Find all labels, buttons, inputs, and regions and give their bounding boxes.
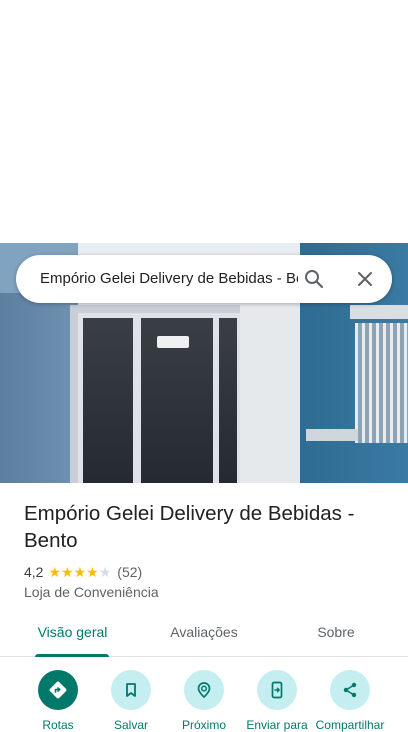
photo-ledge-top <box>350 305 408 319</box>
star-icon: ★ <box>48 564 62 580</box>
action-bar: Rotas Salvar Próximo Enviar para Compart… <box>0 670 408 732</box>
directions-label: Rotas <box>42 718 74 732</box>
share-button[interactable]: Compartilhar <box>313 670 387 732</box>
map-area[interactable] <box>0 0 408 243</box>
send-to-phone-button[interactable]: Enviar para <box>240 670 314 732</box>
tab-overview[interactable]: Visão geral <box>24 611 121 655</box>
photo-window-grille <box>355 323 408 443</box>
rating-row[interactable]: 4,2 ★ ★ ★ ★ ★ (52) <box>24 563 142 581</box>
photo-door-left <box>78 313 138 483</box>
review-count[interactable]: (52) <box>117 564 142 580</box>
share-icon <box>330 670 370 710</box>
rating-value: 4,2 <box>24 564 44 580</box>
tab-bar: Visão geral Avaliações Sobre <box>0 611 408 657</box>
save-label: Salvar <box>113 718 148 732</box>
photo-wall-middle <box>240 283 300 483</box>
photo-wall-left <box>0 293 78 483</box>
star-empty-icon: ★ <box>98 564 112 580</box>
nearby-button[interactable]: Próximo <box>167 670 241 732</box>
place-title: Empório Gelei Delivery de Bebidas - Bent… <box>24 502 355 552</box>
photo-door-right <box>214 313 242 483</box>
photo-ledge <box>306 429 358 441</box>
photo-sign <box>157 336 189 348</box>
close-icon[interactable] <box>353 267 377 291</box>
place-category: Loja de Conveniência <box>24 584 159 600</box>
share-label: Compartilhar <box>315 718 385 732</box>
bookmark-icon <box>111 670 151 710</box>
search-input[interactable]: Empório Gelei Delivery de Bebidas - Bent… <box>40 255 298 303</box>
search-icon[interactable] <box>302 267 326 291</box>
send-to-phone-label: Enviar para <box>246 718 308 732</box>
directions-button[interactable]: Rotas <box>21 670 95 732</box>
search-bar[interactable]: Empório Gelei Delivery de Bebidas - Bent… <box>16 255 392 303</box>
save-button[interactable]: Salvar <box>94 670 168 732</box>
send-to-phone-icon <box>257 670 297 710</box>
tab-active-indicator <box>35 654 109 657</box>
star-icon: ★ <box>61 564 74 580</box>
nearby-label: Próximo <box>181 718 226 732</box>
rating-stars: ★ ★ ★ ★ ★ <box>48 565 111 579</box>
star-icon: ★ <box>73 564 87 580</box>
tab-about[interactable]: Sobre <box>300 611 372 655</box>
tab-reviews[interactable]: Avaliações <box>155 611 253 655</box>
star-icon: ★ <box>86 564 99 580</box>
directions-icon <box>38 670 78 710</box>
nearby-icon <box>184 670 224 710</box>
